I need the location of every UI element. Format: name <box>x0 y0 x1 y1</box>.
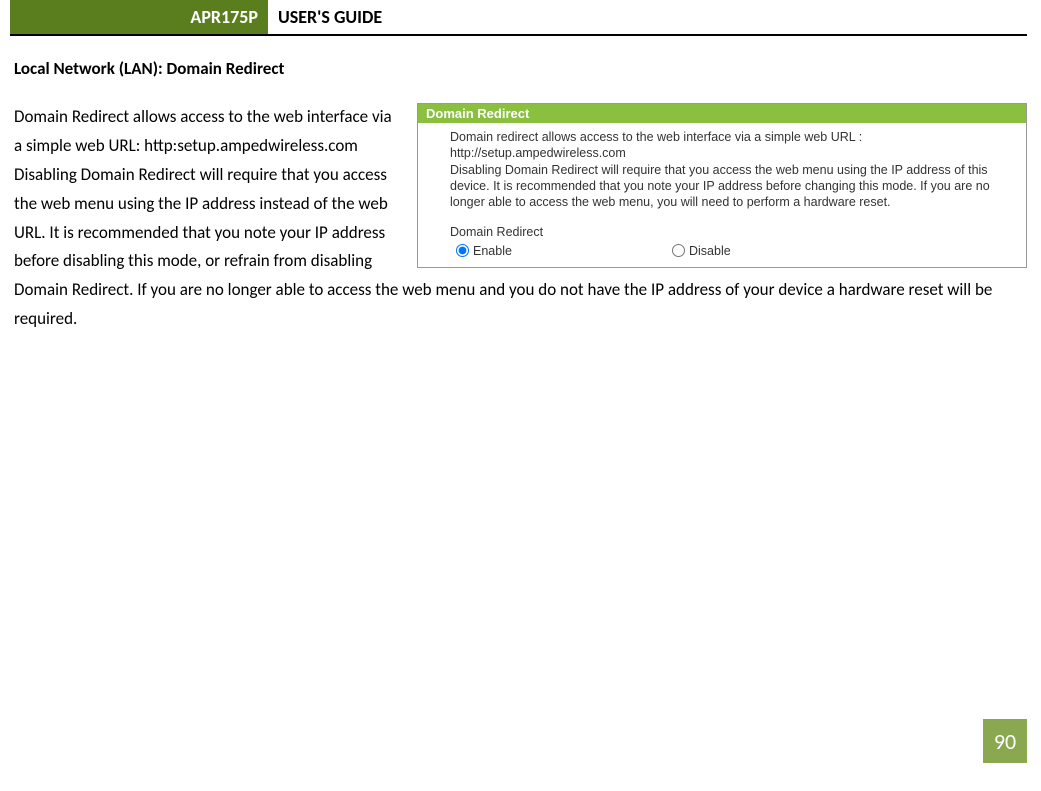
guide-title: USER'S GUIDE <box>268 0 382 34</box>
model-tag: APR175P <box>10 0 268 34</box>
page-content: Local Network (LAN): Domain Redirect Dom… <box>0 36 1041 334</box>
page-header: APR175P USER'S GUIDE <box>10 0 1027 36</box>
disable-radio[interactable] <box>672 244 685 257</box>
page-number: 90 <box>983 719 1027 763</box>
radio-row: Enable Disable <box>456 243 1016 259</box>
panel-desc-line-3: Disabling Domain Redirect will require t… <box>450 162 1016 211</box>
section-heading: Local Network (LAN): Domain Redirect <box>14 58 1027 79</box>
enable-radio[interactable] <box>456 244 469 257</box>
panel-desc-line-2: http://setup.ampedwireless.com <box>450 145 1016 161</box>
domain-redirect-panel: Domain Redirect Domain redirect allows a… <box>417 103 1027 268</box>
panel-title-bar: Domain Redirect <box>418 104 1026 123</box>
panel-section-label: Domain Redirect <box>450 224 1016 240</box>
panel-desc-line-1: Domain redirect allows access to the web… <box>450 129 1016 145</box>
enable-label: Enable <box>473 243 512 259</box>
disable-label: Disable <box>689 243 731 259</box>
panel-body: Domain redirect allows access to the web… <box>418 123 1026 267</box>
